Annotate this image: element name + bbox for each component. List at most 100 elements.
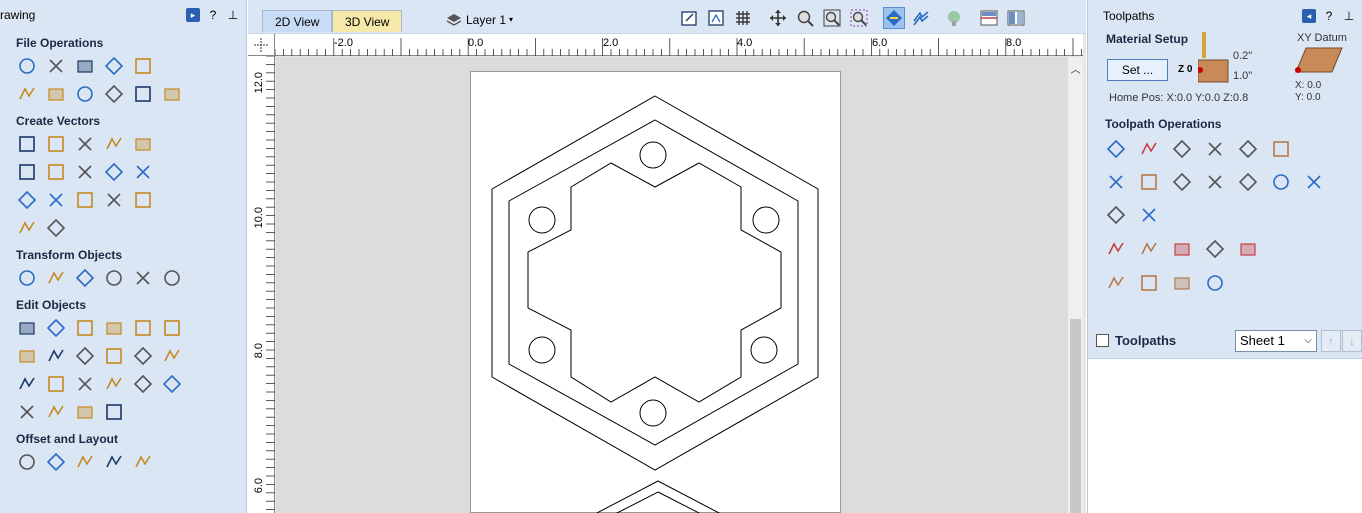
- draw-edit-icon[interactable]: [132, 373, 154, 395]
- dimension-measure-icon[interactable]: [45, 217, 67, 239]
- import-folder-icon[interactable]: [132, 55, 154, 77]
- step-repeat-icon[interactable]: [103, 451, 125, 473]
- molding-icon[interactable]: [1138, 171, 1160, 193]
- zigzag-icon[interactable]: [103, 401, 125, 423]
- drawing-canvas[interactable]: [276, 57, 1068, 513]
- zoom-extents-icon[interactable]: [821, 7, 843, 29]
- zoom-fit-icon[interactable]: [705, 7, 727, 29]
- ellipse-icon[interactable]: [45, 133, 67, 155]
- distort-icon[interactable]: [132, 267, 154, 289]
- text-abc-icon[interactable]: [132, 189, 154, 211]
- delete-selection-icon[interactable]: [132, 317, 154, 339]
- tool-database-icon[interactable]: [1105, 272, 1127, 294]
- new-file-icon[interactable]: [16, 55, 38, 77]
- grid-icon[interactable]: [732, 7, 754, 29]
- intersect-icon[interactable]: [74, 345, 96, 367]
- redo-icon[interactable]: [161, 83, 183, 105]
- smooth-icon[interactable]: [161, 317, 183, 339]
- calculator-icon[interactable]: [1237, 238, 1259, 260]
- cut-icon[interactable]: [45, 83, 67, 105]
- tab-2d-view[interactable]: 2D View: [262, 10, 333, 32]
- view-split-icon[interactable]: [978, 7, 1000, 29]
- select-box-icon[interactable]: [678, 7, 700, 29]
- preview-tools-icon[interactable]: [1105, 238, 1127, 260]
- panel-pin-icon[interactable]: ◂: [1302, 9, 1316, 23]
- pan-icon[interactable]: [767, 7, 789, 29]
- arc-icon[interactable]: [45, 161, 67, 183]
- panel-help-icon[interactable]: ?: [1322, 9, 1336, 23]
- panel-pin-icon[interactable]: ▸: [186, 8, 200, 22]
- align-icon[interactable]: [74, 267, 96, 289]
- snap-icon[interactable]: [883, 7, 905, 29]
- time-estimate-icon[interactable]: [1138, 272, 1160, 294]
- texture-text-icon[interactable]: [1237, 138, 1259, 160]
- save-toolpath-icon[interactable]: [1204, 272, 1226, 294]
- join-icon[interactable]: [103, 373, 125, 395]
- vcarve-inlay-icon[interactable]: [1204, 138, 1226, 160]
- zoom-selected-icon[interactable]: [848, 7, 870, 29]
- view-tile-icon[interactable]: [1005, 7, 1027, 29]
- scroll-up-icon[interactable]: ︿: [1068, 61, 1083, 76]
- bisect-icon[interactable]: [45, 373, 67, 395]
- inlay-icon[interactable]: [1237, 171, 1259, 193]
- curve-fit-icon[interactable]: [74, 373, 96, 395]
- select-icon[interactable]: [16, 317, 38, 339]
- trim-icon[interactable]: [103, 345, 125, 367]
- engrave-icon[interactable]: [1270, 138, 1292, 160]
- curve-bracket-icon[interactable]: [45, 401, 67, 423]
- text-on-curve-icon[interactable]: [103, 161, 125, 183]
- offset-icon[interactable]: [16, 451, 38, 473]
- toolpaths-checkbox[interactable]: [1096, 334, 1109, 347]
- move-down-button[interactable]: ↓: [1342, 330, 1362, 352]
- panel-help-icon[interactable]: ?: [206, 8, 220, 22]
- node-edit-icon[interactable]: [45, 317, 67, 339]
- trim-bitmap-icon[interactable]: [103, 317, 125, 339]
- copy-icon[interactable]: [74, 83, 96, 105]
- wave-texture-icon[interactable]: [1204, 171, 1226, 193]
- star-icon[interactable]: [132, 133, 154, 155]
- polyline-icon[interactable]: [16, 161, 38, 183]
- zoom-icon[interactable]: [794, 7, 816, 29]
- sheet-select[interactable]: Sheet 1 ⌵: [1235, 330, 1317, 352]
- nudge-icon[interactable]: [161, 267, 183, 289]
- grid-layout-icon[interactable]: [45, 451, 67, 473]
- pocket-icon[interactable]: [1138, 138, 1160, 160]
- scale-icon[interactable]: [45, 267, 67, 289]
- vertical-scrollbar[interactable]: ︿: [1068, 57, 1083, 513]
- move-up-button[interactable]: ↑: [1321, 330, 1341, 352]
- open-file-icon[interactable]: [45, 55, 67, 77]
- snap-off-icon[interactable]: [910, 7, 932, 29]
- text-cursor-icon[interactable]: [74, 189, 96, 211]
- dimension-arrow-icon[interactable]: [16, 217, 38, 239]
- polygon-icon[interactable]: [103, 133, 125, 155]
- text-auto-icon[interactable]: [103, 189, 125, 211]
- panel-autohide-icon[interactable]: ⊥: [1342, 9, 1356, 23]
- layer-selector[interactable]: Layer 1 ▾: [446, 10, 513, 30]
- roughing-icon[interactable]: [1303, 171, 1325, 193]
- dogbone-icon[interactable]: [16, 373, 38, 395]
- closed-check-icon[interactable]: [16, 401, 38, 423]
- text-frame-icon[interactable]: [45, 189, 67, 211]
- array-layout-icon[interactable]: [132, 451, 154, 473]
- scale-dim-icon[interactable]: [161, 373, 183, 395]
- undo-icon[interactable]: [132, 83, 154, 105]
- toolpath-template-icon[interactable]: [1171, 238, 1193, 260]
- mirror-icon[interactable]: [103, 267, 125, 289]
- curve-icon[interactable]: [74, 161, 96, 183]
- profile-icon[interactable]: [1105, 138, 1127, 160]
- material-set-button[interactable]: Set ...: [1107, 59, 1168, 81]
- ruler-origin-button[interactable]: [248, 34, 275, 56]
- nesting-icon[interactable]: [74, 451, 96, 473]
- delete-toolpath-icon[interactable]: [1204, 238, 1226, 260]
- shaded-icon[interactable]: [943, 7, 965, 29]
- select-all-box-icon[interactable]: [16, 83, 38, 105]
- scrollbar-thumb[interactable]: [1070, 319, 1081, 513]
- circle-icon[interactable]: [16, 133, 38, 155]
- prism-icon[interactable]: [1270, 171, 1292, 193]
- edit-path-icon[interactable]: [1138, 238, 1160, 260]
- paste-icon[interactable]: [103, 83, 125, 105]
- wave-icon[interactable]: [132, 161, 154, 183]
- text-icon[interactable]: [16, 189, 38, 211]
- sphere-icon[interactable]: [1138, 204, 1160, 226]
- scissors-icon[interactable]: [132, 345, 154, 367]
